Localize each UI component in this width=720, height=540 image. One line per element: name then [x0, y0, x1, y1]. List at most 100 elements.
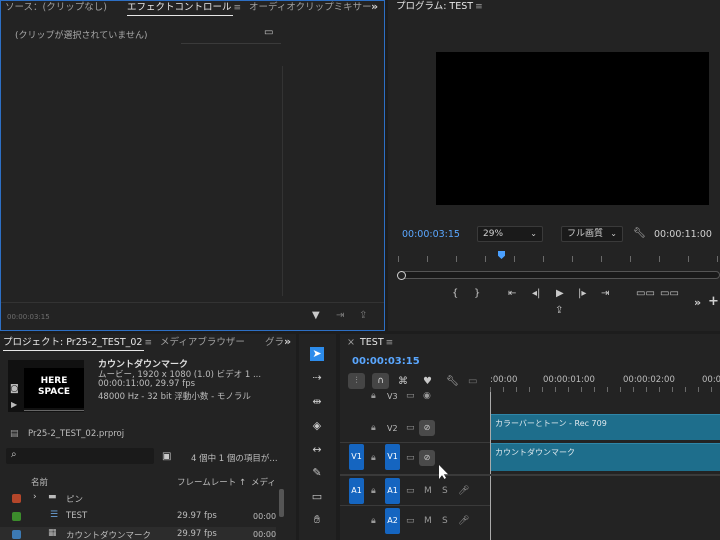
tab-audio-clip-mixer[interactable]: オーディオクリップミキサー	[249, 1, 372, 14]
quality-select[interactable]: フル画質 ⌄	[561, 226, 623, 242]
sync-lock-icon[interactable]: ▭	[406, 453, 415, 463]
menu-icon[interactable]: ≡	[234, 3, 242, 13]
list-item[interactable]: › ▬ ピン	[0, 491, 276, 507]
track-separator	[340, 505, 490, 506]
filter-icon[interactable]: ▼	[312, 310, 320, 321]
more-panels-icon[interactable]: »	[284, 335, 291, 348]
source-patch-v1[interactable]: V1	[349, 444, 364, 470]
expand-chevron-icon[interactable]: ›	[33, 492, 37, 502]
eye-off-icon[interactable]: ⊘	[419, 450, 435, 466]
clip-color-bars[interactable]: カラーバーとトーン - Rec 709	[491, 414, 720, 440]
timeline-timecode[interactable]: 00:00:03:15	[352, 356, 420, 367]
column-framerate-header[interactable]: フレームレート ↑	[177, 476, 246, 488]
ruler-ticks	[398, 256, 720, 262]
mute-button[interactable]: M	[424, 486, 432, 496]
zoom-scrollbar[interactable]	[397, 271, 720, 280]
column-name-header[interactable]: 名前	[31, 476, 48, 488]
pen-tool-icon[interactable]: ✎	[310, 466, 324, 480]
more-panels-icon[interactable]: »	[371, 1, 378, 13]
thumb-play-icon[interactable]: ▶	[11, 400, 17, 409]
step-back-icon[interactable]: ◂|	[532, 288, 540, 299]
list-item[interactable]: ☰ TEST 29.97 fps 00:00	[0, 509, 276, 525]
track-target-a2[interactable]: A2	[385, 508, 400, 534]
tab-media-browser[interactable]: メディアブラウザー	[160, 336, 245, 349]
program-time-ruler[interactable]	[398, 250, 720, 264]
thumb-scrub-bar[interactable]	[24, 410, 84, 411]
mic-icon[interactable]: 🎤︎	[458, 486, 469, 496]
linked-selection-icon[interactable]: ⌘	[398, 376, 408, 387]
source-patch-a1[interactable]: A1	[349, 478, 364, 504]
label-color-swatch[interactable]	[12, 512, 21, 521]
sync-lock-icon[interactable]: ▭	[406, 391, 415, 401]
label-color-swatch[interactable]	[12, 530, 21, 539]
project-search-input[interactable]: ⌕	[6, 448, 154, 464]
add-marker-icon[interactable]: ♥	[423, 376, 432, 387]
eye-off-icon[interactable]: ⊘	[419, 420, 435, 436]
mark-out-icon[interactable]: }	[474, 288, 480, 299]
mute-button[interactable]: M	[424, 516, 432, 526]
program-current-timecode[interactable]: 00:00:03:15	[402, 229, 460, 240]
mic-icon[interactable]: 🎤︎	[458, 516, 469, 526]
add-button-icon[interactable]: +	[708, 294, 719, 309]
track-select-tool-icon[interactable]: ⇢	[310, 371, 324, 385]
column-media-header[interactable]: メディ	[251, 476, 276, 488]
new-bin-icon[interactable]: ▣	[162, 451, 171, 462]
sync-lock-icon[interactable]: ▭	[406, 423, 415, 433]
ripple-edit-tool-icon[interactable]: ⇹	[310, 395, 324, 409]
track-target-a1[interactable]: A1	[385, 478, 400, 504]
tab-source[interactable]: ソース：(クリップなし)	[5, 1, 107, 14]
nest-toggle-icon[interactable]: ⫶	[348, 373, 365, 389]
selection-tool-icon[interactable]: ➤	[310, 347, 324, 361]
tab-project[interactable]: プロジェクト: Pr25-2_TEST_02 ≡	[3, 336, 152, 351]
tab-timeline-test[interactable]: TEST ≡	[360, 336, 393, 350]
export-frame-icon[interactable]: ⇪	[555, 305, 563, 316]
share-icon[interactable]: ⇪	[359, 310, 367, 321]
tab-program[interactable]: プログラム: TEST ≡	[396, 0, 483, 14]
lock-icon[interactable]: 🔒︎	[371, 486, 376, 496]
wrench-icon[interactable]: 🔧︎	[633, 228, 646, 239]
slip-tool-icon[interactable]: ↔	[310, 443, 324, 457]
export-icon[interactable]: ⇥	[336, 310, 344, 321]
program-video-frame[interactable]	[436, 52, 709, 205]
clip-countdown[interactable]: カウントダウンマーク	[491, 443, 720, 471]
mark-in-icon[interactable]: {	[452, 288, 458, 299]
panel-toggle-icon[interactable]: ▭	[264, 27, 273, 38]
rectangle-tool-icon[interactable]: ▭	[310, 490, 324, 504]
menu-icon[interactable]: ≡	[386, 338, 394, 348]
timeline-panel: × TEST ≡ 00:00:03:15 ⫶ ∩ ⌘ ♥ 🔧︎ ▭ :00:00 …	[340, 334, 720, 540]
tab-graphics[interactable]: グラ	[265, 336, 284, 349]
lock-icon[interactable]: 🔒︎	[371, 423, 376, 433]
tab-effect-controls[interactable]: エフェクトコントロール ≡	[127, 1, 242, 16]
timeline-settings-icon[interactable]: 🔧︎	[446, 376, 459, 387]
scroll-handle-left[interactable]	[397, 271, 406, 280]
go-to-in-icon[interactable]: ⇤	[508, 288, 516, 299]
sync-lock-icon[interactable]: ▭	[406, 486, 415, 496]
label-color-swatch[interactable]	[12, 494, 21, 503]
close-icon[interactable]: ×	[347, 336, 355, 349]
list-scrollbar[interactable]	[279, 489, 284, 517]
menu-icon[interactable]: ≡	[144, 338, 152, 348]
go-to-out-icon[interactable]: ⇥	[601, 288, 609, 299]
zoom-select[interactable]: 29% ⌄	[477, 226, 543, 242]
play-icon[interactable]: ▶	[556, 288, 564, 299]
lock-icon[interactable]: 🔒︎	[371, 516, 376, 526]
sync-lock-icon[interactable]: ▭	[406, 516, 415, 526]
timeline-ruler[interactable]: :00:00 00:00:01:00 00:00:02:00 00:0	[490, 371, 720, 393]
track-target-v1[interactable]: V1	[385, 444, 400, 470]
razor-tool-icon[interactable]: ◈	[310, 419, 324, 433]
solo-button[interactable]: S	[442, 516, 448, 526]
more-buttons-icon[interactable]: »	[694, 296, 701, 309]
solo-button[interactable]: S	[442, 486, 448, 496]
step-forward-icon[interactable]: |▸	[578, 288, 586, 299]
eye-icon[interactable]: ◉	[423, 391, 431, 401]
clip-thumbnail[interactable]: HERE SPACE ◙ ▶	[8, 360, 84, 412]
menu-icon[interactable]: ≡	[475, 2, 483, 12]
list-item[interactable]: ▦ カウントダウンマーク 29.97 fps 00:00	[0, 527, 276, 540]
extract-icon[interactable]: ▭▭	[660, 288, 679, 299]
lock-icon[interactable]: 🔒︎	[371, 453, 376, 463]
hand-tool-icon[interactable]: ✋︎	[310, 513, 324, 527]
snap-icon[interactable]: ∩	[372, 373, 389, 389]
captions-icon[interactable]: ▭	[468, 376, 477, 387]
lift-icon[interactable]: ▭▭	[636, 288, 655, 299]
lock-icon[interactable]: 🔒︎	[371, 391, 376, 401]
